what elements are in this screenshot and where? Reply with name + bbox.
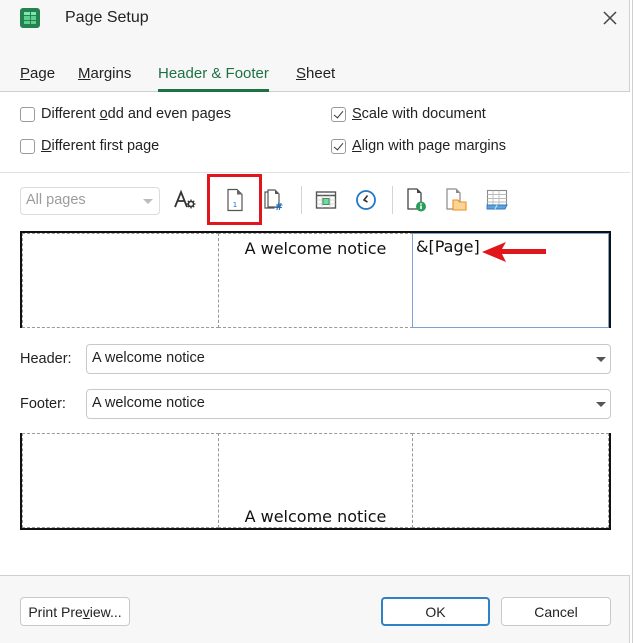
calendar-icon bbox=[315, 191, 337, 209]
toolbar-separator bbox=[392, 186, 393, 214]
header-select-value: A welcome notice bbox=[92, 350, 205, 366]
print-preview-button[interactable]: Print Pre v iew... bbox=[20, 597, 130, 626]
checkbox-box bbox=[331, 106, 346, 122]
footer-select[interactable]: A welcome notice bbox=[86, 389, 611, 419]
checkbox-label: Different first page bbox=[41, 138, 160, 154]
header-left-section[interactable] bbox=[22, 233, 219, 328]
page-scope-select[interactable]: All pages bbox=[20, 187, 160, 215]
format-text-button[interactable] bbox=[170, 185, 200, 215]
header-select[interactable]: A welcome notice bbox=[86, 344, 611, 374]
close-icon bbox=[603, 11, 617, 25]
chevron-down-icon bbox=[143, 199, 153, 204]
checkbox-label: Different odd and even pages bbox=[41, 106, 232, 122]
tab-margins[interactable]: Margins bbox=[78, 65, 131, 92]
different-odd-even-checkbox[interactable]: Different odd and even pages bbox=[20, 106, 231, 122]
footer-right-section[interactable] bbox=[412, 433, 609, 528]
footer-center-section[interactable]: A welcome notice bbox=[218, 433, 413, 528]
close-button[interactable] bbox=[600, 8, 620, 28]
header-center-text: A welcome notice bbox=[244, 239, 387, 258]
page-scope-value: All pages bbox=[26, 192, 86, 208]
footer-left-section[interactable] bbox=[22, 433, 219, 528]
header-center-section[interactable]: A welcome notice bbox=[218, 233, 413, 328]
dialog-title: Page Setup bbox=[65, 9, 149, 26]
red-arrow-annotation bbox=[482, 242, 546, 262]
font-settings-icon bbox=[174, 189, 196, 209]
svg-text:1: 1 bbox=[232, 201, 236, 209]
header-right-text: &[Page] bbox=[416, 237, 480, 256]
sheet-tab-icon bbox=[486, 189, 508, 210]
clock-icon bbox=[356, 190, 376, 210]
insert-sheet-name-button[interactable] bbox=[482, 185, 512, 215]
toolbar-separator bbox=[301, 186, 302, 214]
header-label: Header: bbox=[20, 351, 72, 367]
checkbox-box bbox=[20, 138, 35, 154]
file-info-icon bbox=[407, 188, 426, 212]
footer-center-text: A welcome notice bbox=[244, 507, 387, 526]
insert-time-button[interactable] bbox=[351, 185, 381, 215]
page-number-icon: 1 bbox=[226, 188, 243, 211]
divider bbox=[0, 172, 630, 173]
page-setup-dialog: Page Setup Page Margins Header & Footer … bbox=[0, 0, 633, 643]
header-preview: A welcome notice &[Page] bbox=[20, 231, 611, 328]
tab-page[interactable]: Page bbox=[20, 65, 55, 92]
spreadsheet-grid-icon bbox=[20, 8, 40, 28]
checkbox-label: Align with page margins bbox=[352, 138, 506, 154]
footer-label: Footer: bbox=[20, 396, 66, 412]
file-folder-icon bbox=[446, 188, 467, 211]
insert-file-name-button[interactable] bbox=[442, 185, 472, 215]
svg-text:#: # bbox=[275, 202, 283, 212]
align-with-page-margins-checkbox[interactable]: Align with page margins bbox=[331, 138, 506, 154]
insert-page-number-button[interactable]: 1 bbox=[207, 174, 262, 225]
checkbox-label: Scale with document bbox=[352, 106, 486, 122]
footer-preview: A welcome notice bbox=[20, 433, 611, 530]
ok-button[interactable]: OK bbox=[381, 597, 490, 626]
page-count-icon: # bbox=[264, 189, 283, 212]
different-first-page-checkbox[interactable]: Different first page bbox=[20, 138, 159, 154]
tab-sheet[interactable]: Sheet bbox=[296, 65, 335, 92]
insert-number-of-pages-button[interactable]: # bbox=[259, 185, 289, 215]
insert-file-path-button[interactable] bbox=[402, 185, 432, 215]
cancel-button[interactable]: Cancel bbox=[501, 597, 611, 626]
scale-with-document-checkbox[interactable]: Scale with document bbox=[331, 106, 486, 122]
title-bar: Page Setup bbox=[0, 0, 630, 38]
footer-select-value: A welcome notice bbox=[92, 395, 205, 411]
tab-header-footer[interactable]: Header & Footer bbox=[158, 65, 269, 92]
chevron-down-icon bbox=[596, 357, 606, 362]
chevron-down-icon bbox=[596, 402, 606, 407]
header-footer-panel: Different odd and even pages Different f… bbox=[0, 92, 630, 576]
tab-bar: Page Margins Header & Footer Sheet bbox=[0, 60, 630, 92]
checkbox-box bbox=[20, 106, 35, 122]
insert-date-button[interactable] bbox=[311, 185, 341, 215]
checkbox-box bbox=[331, 138, 346, 154]
